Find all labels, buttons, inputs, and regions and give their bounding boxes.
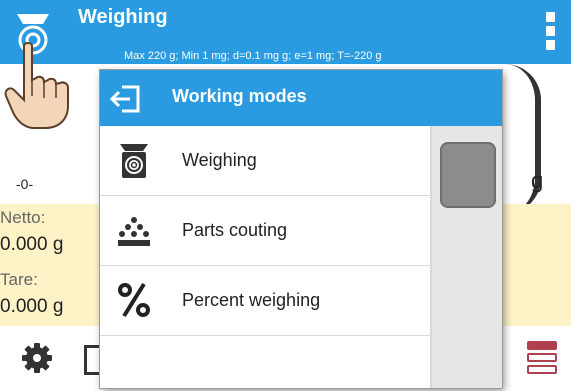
netto-value: 0.000 g <box>0 234 64 255</box>
page-title: Weighing <box>78 6 168 28</box>
pointing-hand-icon <box>2 40 72 132</box>
back-arrow-icon[interactable] <box>109 84 142 114</box>
menu-kebab-icon[interactable] <box>546 12 556 56</box>
tare-value: 0.000 g <box>0 296 64 317</box>
netto-label: Netto: <box>0 208 46 227</box>
settings-gear-icon[interactable] <box>22 343 52 373</box>
mode-list: Weighing Parts couting Percent weighing <box>100 126 430 388</box>
mode-item-label: Weighing <box>182 150 257 170</box>
mode-item-weighing[interactable]: Weighing <box>100 126 430 196</box>
mode-item-percent-weighing[interactable]: Percent weighing <box>100 266 430 336</box>
zero-indicator: -0- <box>16 176 34 192</box>
tare-label: Tare: <box>0 270 38 289</box>
scale-parameters: Max 220 g; Min 1 mg; d=0.1 mg g; e=1 mg;… <box>124 50 382 62</box>
database-icon[interactable] <box>527 341 557 375</box>
mode-item-empty <box>100 336 430 388</box>
dialog-title: Working modes <box>172 86 307 106</box>
mode-item-label: Parts couting <box>182 220 288 240</box>
weight-unit: g <box>531 168 544 193</box>
parts-counting-icon <box>114 210 154 250</box>
mode-item-label: Percent weighing <box>182 290 321 310</box>
scale-icon <box>114 140 154 180</box>
percent-icon <box>114 280 154 320</box>
working-modes-dialog: Working modes Weighing Parts couting Per… <box>100 70 502 388</box>
mode-item-parts-counting[interactable]: Parts couting <box>100 196 430 266</box>
scrollbar-thumb[interactable] <box>440 142 496 208</box>
